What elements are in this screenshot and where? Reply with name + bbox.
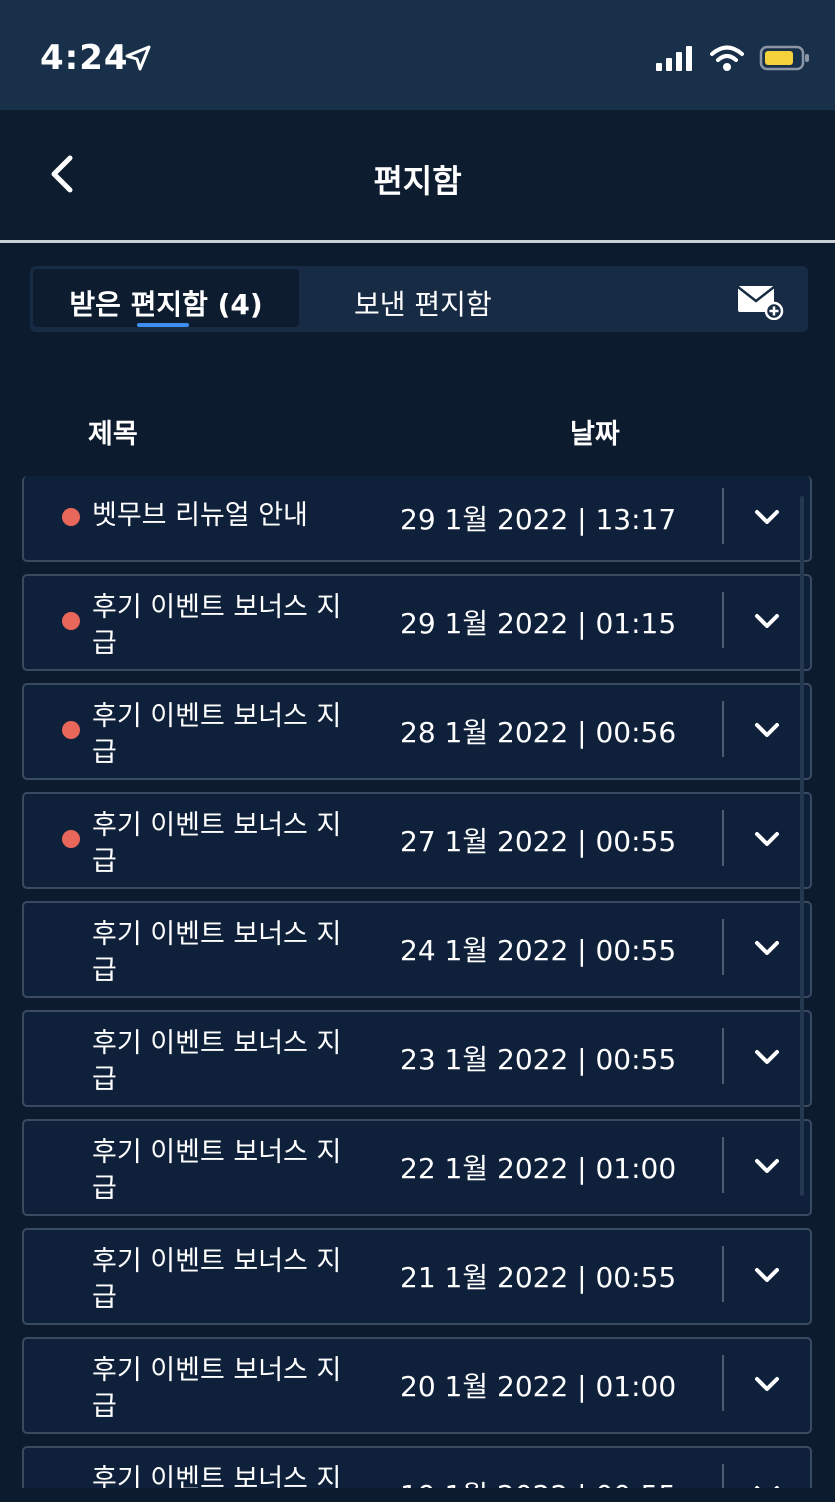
- message-title: 후기 이벤트 보너스 지급: [92, 1246, 342, 1313]
- expand-message-button[interactable]: [752, 606, 782, 636]
- chevron-down-icon: [755, 1486, 779, 1488]
- cellular-signal-icon: [656, 46, 692, 71]
- message-date: 29 1월 2022 | 13:17: [400, 503, 677, 536]
- chevron-down-icon: [755, 1159, 779, 1173]
- message-title: 후기 이벤트 보너스 지급: [92, 1355, 342, 1422]
- mailbox-tabs: 받은 편지함 (4) 보낸 편지함: [30, 266, 808, 332]
- expand-message-button[interactable]: [752, 824, 782, 854]
- expand-message-button[interactable]: [752, 1042, 782, 1072]
- expand-message-button[interactable]: [752, 1478, 782, 1488]
- expand-message-button[interactable]: [752, 933, 782, 963]
- chevron-down-icon: [755, 510, 779, 524]
- row-divider: [722, 919, 724, 975]
- message-row[interactable]: 후기 이벤트 보너스 지급 20 1월 2022 | 01:00: [22, 1337, 812, 1434]
- message-row[interactable]: 후기 이벤트 보너스 지급 23 1월 2022 | 00:55: [22, 1010, 812, 1107]
- message-title: 후기 이벤트 보너스 지급: [92, 1028, 342, 1095]
- message-date: 22 1월 2022 | 01:00: [400, 1152, 677, 1185]
- column-header-subject: 제목: [88, 419, 138, 450]
- unread-indicator: [62, 508, 80, 526]
- message-date: 28 1월 2022 | 00:56: [400, 716, 677, 749]
- header-divider: [0, 240, 835, 243]
- row-divider: [722, 1464, 724, 1488]
- message-title: 벳무브 리뉴얼 안내: [92, 500, 308, 531]
- chevron-down-icon: [755, 614, 779, 628]
- tab-sent[interactable]: 보낸 편지함: [326, 269, 526, 327]
- message-row[interactable]: 후기 이벤트 보너스 지급 24 1월 2022 | 00:55: [22, 901, 812, 998]
- message-list: 벳무브 리뉴얼 안내 29 1월 2022 | 13:17 후기 이벤트 보너스 지…: [0, 476, 835, 1488]
- status-time: 4:24: [40, 38, 129, 78]
- unread-indicator: [62, 721, 80, 739]
- message-date: 29 1월 2022 | 01:15: [400, 607, 677, 640]
- tab-inbox[interactable]: 받은 편지함 (4): [33, 269, 299, 327]
- message-title: 후기 이벤트 보너스 지급: [92, 810, 342, 877]
- chevron-down-icon: [755, 1050, 779, 1064]
- compose-message-button[interactable]: [736, 282, 784, 321]
- wifi-icon: [710, 45, 744, 71]
- message-date: 20 1월 2022 | 01:00: [400, 1370, 677, 1403]
- message-date: 21 1월 2022 | 00:55: [400, 1261, 677, 1294]
- chevron-down-icon: [755, 1268, 779, 1282]
- column-header-date: 날짜: [570, 419, 620, 450]
- row-divider: [722, 1355, 724, 1411]
- row-divider: [722, 488, 724, 544]
- unread-indicator: [62, 830, 80, 848]
- message-row[interactable]: 후기 이벤트 보너스 지급 28 1월 2022 | 00:56: [22, 683, 812, 780]
- message-title: 후기 이벤트 보너스 지급: [92, 919, 342, 986]
- row-divider: [722, 1137, 724, 1193]
- expand-message-button[interactable]: [752, 1260, 782, 1290]
- list-scrollbar[interactable]: [800, 496, 804, 1196]
- chevron-down-icon: [755, 832, 779, 846]
- envelope-plus-icon: [737, 286, 784, 321]
- chevron-down-icon: [755, 723, 779, 737]
- battery-icon: [759, 45, 809, 71]
- message-date: 19 1월 2022 | 00:55: [400, 1474, 676, 1488]
- status-bar: 4:24: [0, 0, 835, 110]
- chevron-down-icon: [755, 1377, 779, 1391]
- message-row[interactable]: 벳무브 리뉴얼 안내 29 1월 2022 | 13:17: [22, 476, 812, 562]
- message-date: 27 1월 2022 | 00:55: [400, 825, 677, 858]
- unread-indicator: [62, 612, 80, 630]
- expand-message-button[interactable]: [752, 715, 782, 745]
- row-divider: [722, 1028, 724, 1084]
- tab-inbox-label: 받은 편지함 (4): [69, 288, 263, 321]
- page-title: 편지함: [373, 162, 462, 200]
- message-title: 후기 이벤트 보너스 지급: [92, 1464, 342, 1488]
- message-title: 후기 이벤트 보너스 지급: [92, 592, 342, 659]
- message-title: 후기 이벤트 보너스 지급: [92, 1137, 342, 1204]
- message-date: 24 1월 2022 | 00:55: [400, 934, 677, 967]
- message-row[interactable]: 후기 이벤트 보너스 지급 29 1월 2022 | 01:15: [22, 574, 812, 671]
- row-divider: [722, 1246, 724, 1302]
- message-row[interactable]: 후기 이벤트 보너스 지급 19 1월 2022 | 00:55: [22, 1446, 812, 1488]
- message-title: 후기 이벤트 보너스 지급: [92, 701, 342, 768]
- message-row[interactable]: 후기 이벤트 보너스 지급 21 1월 2022 | 00:55: [22, 1228, 812, 1325]
- row-divider: [722, 592, 724, 648]
- tab-sent-label: 보낸 편지함: [354, 288, 492, 321]
- active-tab-indicator: [137, 323, 189, 327]
- message-date: 23 1월 2022 | 00:55: [400, 1043, 677, 1076]
- chevron-down-icon: [755, 941, 779, 955]
- expand-message-button[interactable]: [752, 1369, 782, 1399]
- message-row[interactable]: 후기 이벤트 보너스 지급 22 1월 2022 | 01:00: [22, 1119, 812, 1216]
- message-row[interactable]: 후기 이벤트 보너스 지급 27 1월 2022 | 00:55: [22, 792, 812, 889]
- row-divider: [722, 810, 724, 866]
- row-divider: [722, 701, 724, 757]
- expand-message-button[interactable]: [752, 502, 782, 532]
- expand-message-button[interactable]: [752, 1151, 782, 1181]
- location-arrow-icon: [125, 45, 151, 71]
